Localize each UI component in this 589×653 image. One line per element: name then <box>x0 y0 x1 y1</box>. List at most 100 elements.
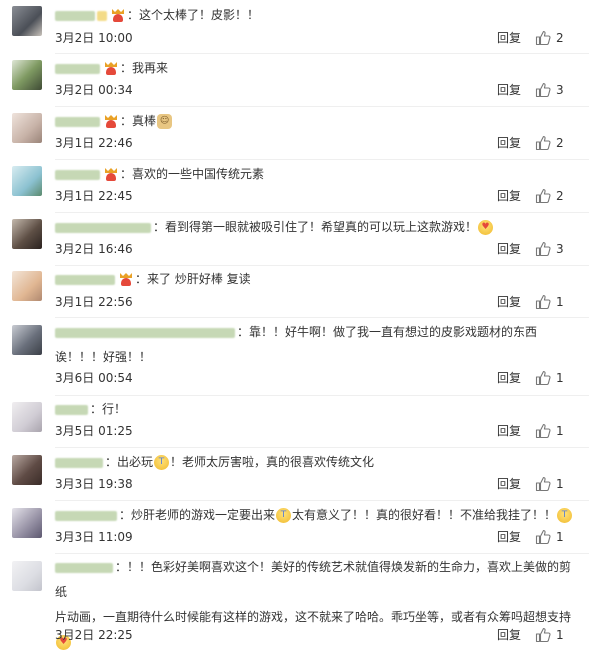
avatar[interactable] <box>12 6 42 36</box>
username[interactable] <box>55 457 103 468</box>
like-button[interactable]: 2 <box>535 186 575 206</box>
username[interactable] <box>55 510 117 521</box>
comment-text-part-2: 太有意义了！！真的很好看！！不准给我挂了！！ <box>292 508 557 522</box>
comment-text-line-1: ：靠！！好牛啊！做了我一直有想过的皮影戏题材的东西 <box>237 325 538 339</box>
like-button[interactable]: 1 <box>535 368 575 388</box>
comment-item: ：来了 炒肝好棒 复读 3月1日 22:56 回复 1 <box>0 265 589 317</box>
username[interactable] <box>55 274 115 285</box>
comment-text-part-2: ！老师太厉害啦，真的很喜欢传统文化 <box>170 455 375 469</box>
comment-text: ：喜欢的一些中国传统元素 <box>120 167 265 181</box>
comment-item: ：炒肝老师的游戏一定要出来 T 太有意义了！！真的很好看！！不准给我挂了！！ T 3月… <box>0 503 589 553</box>
crying-emoji-icon: T <box>557 508 573 523</box>
divider <box>55 447 589 448</box>
reply-button[interactable]: 回复 <box>497 186 521 206</box>
username[interactable] <box>55 222 151 233</box>
username[interactable] <box>55 10 95 21</box>
username[interactable] <box>55 116 100 127</box>
comment-item: ：真棒 ☺ 3月1日 22:46 回复 2 <box>0 109 589 159</box>
username[interactable] <box>55 562 113 573</box>
reply-button[interactable]: 回复 <box>497 292 521 312</box>
avatar[interactable] <box>12 508 42 538</box>
comment-item: ：喜欢的一些中国传统元素 3月1日 22:45 回复 2 <box>0 162 589 212</box>
username[interactable] <box>55 404 88 415</box>
avatar[interactable] <box>12 325 42 355</box>
thumbs-up-icon <box>535 294 551 310</box>
avatar[interactable] <box>12 113 42 143</box>
avatar[interactable] <box>12 271 42 301</box>
comment-text: ：真棒 <box>120 114 157 128</box>
like-button[interactable]: 1 <box>535 421 575 441</box>
reply-button[interactable]: 回复 <box>497 80 521 100</box>
like-button[interactable]: 1 <box>535 474 575 494</box>
divider <box>55 500 589 501</box>
comment-date: 3月2日 22:25 <box>55 628 133 642</box>
comment-item: ：行！ 3月5日 01:25 回复 1 <box>0 397 589 447</box>
thumbs-up-icon <box>535 627 551 643</box>
divider <box>55 212 589 213</box>
like-count: 1 <box>556 424 564 438</box>
reply-button[interactable]: 回复 <box>497 527 521 547</box>
thumbs-up-icon <box>535 135 551 151</box>
comment-item: ：这个太棒了！皮影！！ 3月2日 10:00 回复 2 <box>0 3 589 53</box>
like-button[interactable]: 2 <box>535 28 575 48</box>
avatar[interactable] <box>12 455 42 485</box>
heart-eyes-emoji-icon: ♥ <box>478 220 494 235</box>
reply-button[interactable]: 回复 <box>497 133 521 153</box>
comment-text-part-1: ：炒肝老师的游戏一定要出来 <box>119 508 276 522</box>
comment-date: 3月1日 22:46 <box>55 136 133 150</box>
thumbs-up-icon <box>535 476 551 492</box>
comment-text-line-1: ：！！色彩好美啊喜欢这个！美好的传统艺术就值得焕发新的生命力，喜欢上美做的剪纸 <box>55 560 572 599</box>
comment-text: ：来了 炒肝好棒 复读 <box>135 272 251 286</box>
reply-button[interactable]: 回复 <box>497 239 521 259</box>
fan-badge-icon <box>104 168 118 181</box>
avatar[interactable] <box>12 166 42 196</box>
like-button[interactable]: 3 <box>535 80 575 100</box>
comment-date: 3月1日 22:45 <box>55 189 133 203</box>
like-count: 3 <box>556 83 564 97</box>
thumbs-up-icon <box>535 241 551 257</box>
crying-emoji-icon: T <box>276 508 292 523</box>
like-button[interactable]: 1 <box>535 625 575 645</box>
like-count: 1 <box>556 628 564 642</box>
reply-button[interactable]: 回复 <box>497 474 521 494</box>
reply-button[interactable]: 回复 <box>497 421 521 441</box>
divider <box>55 317 589 318</box>
comment-date: 3月3日 11:09 <box>55 530 133 544</box>
comment-list: ：这个太棒了！皮影！！ 3月2日 10:00 回复 2 ：我再来 3月2日 00… <box>0 0 589 653</box>
avatar[interactable] <box>12 402 42 432</box>
person-emoji-icon: ☺ <box>157 114 173 129</box>
avatar[interactable] <box>12 561 42 591</box>
like-button[interactable]: 3 <box>535 239 575 259</box>
comment-date: 3月2日 16:46 <box>55 242 133 256</box>
like-button[interactable]: 1 <box>535 527 575 547</box>
comment-date: 3月2日 10:00 <box>55 31 133 45</box>
avatar[interactable] <box>12 60 42 90</box>
comment-date: 3月3日 19:38 <box>55 477 133 491</box>
comment-date: 3月5日 01:25 <box>55 424 133 438</box>
username[interactable] <box>55 63 100 74</box>
like-button[interactable]: 1 <box>535 292 575 312</box>
comment-item: ：看到得第一眼就被吸引住了！希望真的可以玩上这款游戏！ ♥ 3月2日 16:46 … <box>0 215 589 265</box>
fan-badge-icon <box>111 9 125 22</box>
comment-date: 3月2日 00:34 <box>55 83 133 97</box>
reply-button[interactable]: 回复 <box>497 625 521 645</box>
like-count: 1 <box>556 371 564 385</box>
reply-button[interactable]: 回复 <box>497 28 521 48</box>
thumbs-up-icon <box>535 82 551 98</box>
like-count: 2 <box>556 31 564 45</box>
fan-badge-icon <box>104 62 118 75</box>
fan-badge-icon <box>119 273 133 286</box>
divider <box>55 106 589 107</box>
thumbs-up-icon <box>535 370 551 386</box>
like-button[interactable]: 2 <box>535 133 575 153</box>
comment-text: ：这个太棒了！皮影！！ <box>127 8 260 22</box>
like-count: 2 <box>556 189 564 203</box>
username[interactable] <box>55 169 100 180</box>
comment-text: ：行！ <box>90 402 127 416</box>
avatar[interactable] <box>12 219 42 249</box>
comment-text: ：我再来 <box>120 61 169 75</box>
reply-button[interactable]: 回复 <box>497 368 521 388</box>
comment-date: 3月1日 22:56 <box>55 295 133 309</box>
thumbs-up-icon <box>535 30 551 46</box>
username[interactable] <box>55 327 235 338</box>
